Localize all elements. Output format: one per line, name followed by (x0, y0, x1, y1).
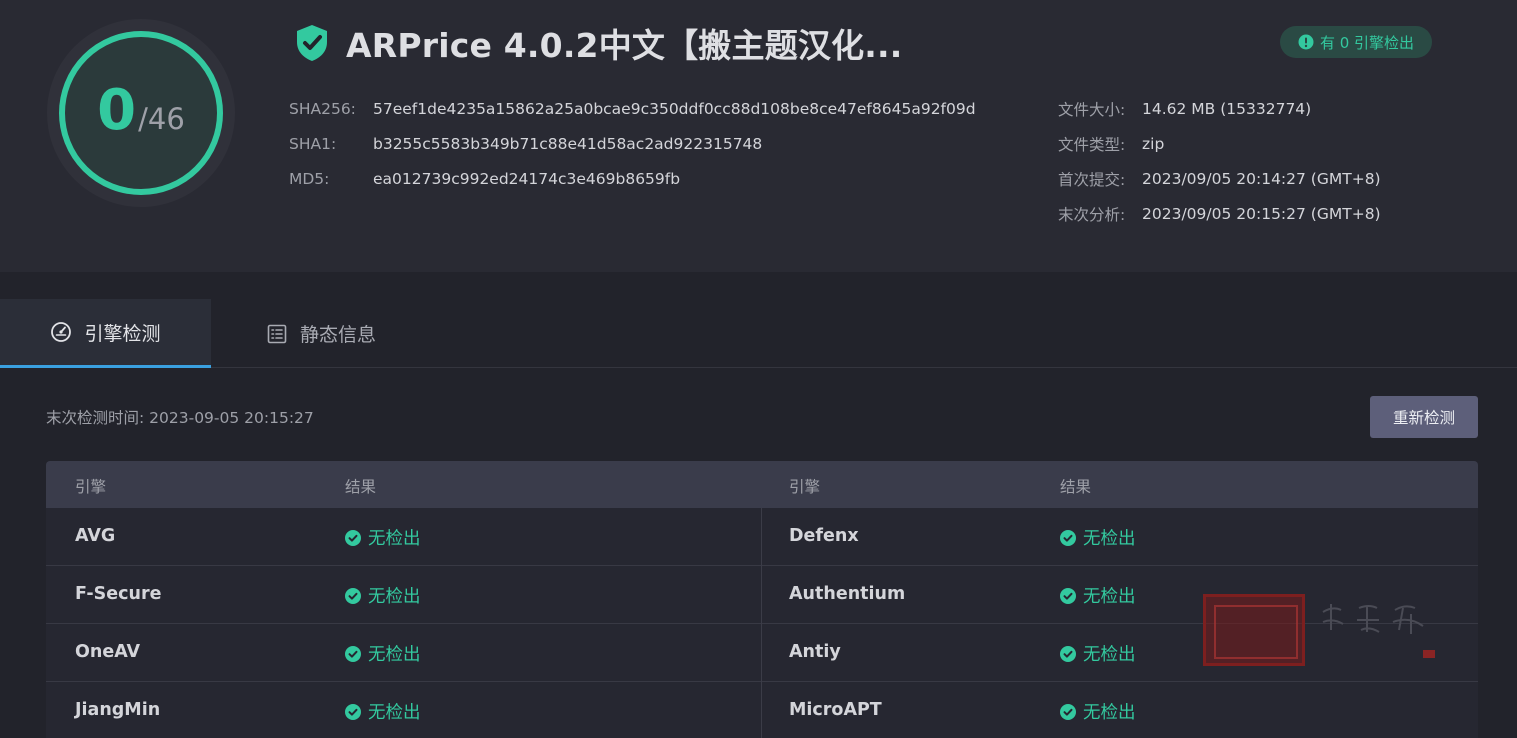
file-info-list: 文件大小: 14.62 MB (15332774) 文件类型: zip 首次提交… (1058, 91, 1381, 231)
speedometer-icon (50, 321, 72, 343)
hash-value[interactable]: b3255c5583b349b71c88e41d58ac2ad922315748 (373, 135, 762, 153)
engine-total: /46 (138, 102, 185, 136)
check-circle-icon (345, 529, 361, 546)
hash-value[interactable]: ea012739c992ed24174c3e469b8659fb (373, 170, 680, 188)
table-row: AVG 无检出 Defenx 无检出 (46, 508, 1478, 566)
first-submit-row: 首次提交: 2023/09/05 20:14:27 (GMT+8) (1058, 161, 1381, 196)
result-cell: 无检出 (345, 699, 421, 724)
result-label: 无检出 (1083, 587, 1136, 607)
result-cell: 无检出 (345, 583, 421, 608)
result-label: 无检出 (368, 703, 421, 723)
result-cell: 无检出 (1060, 525, 1136, 550)
tab-label: 静态信息 (300, 324, 377, 346)
check-circle-icon (1060, 587, 1076, 604)
alert-circle-icon (1298, 34, 1314, 50)
watermark-dot (1423, 650, 1435, 658)
engine-name: Defenx (789, 526, 859, 546)
watermark-stamp (1203, 594, 1305, 666)
info-label: 文件类型: (1058, 135, 1126, 154)
watermark-calligraphy (1322, 604, 1424, 634)
engine-name: MicroAPT (789, 700, 882, 720)
last-scan-time: 末次检测时间: 2023-09-05 20:15:27 (46, 409, 314, 427)
engine-name: JiangMin (75, 700, 161, 720)
column-divider (761, 624, 762, 682)
check-circle-icon (345, 645, 361, 662)
engine-name: AVG (75, 526, 116, 546)
tab-static-info[interactable]: 静态信息 (266, 299, 376, 368)
hash-row-sha1: SHA1: b3255c5583b349b71c88e41d58ac2ad922… (289, 126, 976, 161)
detection-gauge: 0 /46 (47, 19, 235, 207)
result-label: 无检出 (1083, 703, 1136, 723)
result-label: 无检出 (368, 529, 421, 549)
result-cell: 无检出 (1060, 641, 1136, 666)
tab-engine-detection[interactable]: 引擎检测 (0, 299, 211, 368)
check-circle-icon (1060, 703, 1076, 720)
info-label: 文件大小: (1058, 100, 1126, 119)
info-value: 14.62 MB (15332774) (1142, 99, 1312, 118)
info-value: 2023/09/05 20:14:27 (GMT+8) (1142, 169, 1381, 188)
check-circle-icon (345, 703, 361, 720)
engine-name: Authentium (789, 584, 906, 604)
hash-row-md5: MD5: ea012739c992ed24174c3e469b8659fb (289, 161, 976, 196)
info-value: zip (1142, 134, 1165, 153)
hash-list: SHA256: 57eef1de4235a15862a25a0bcae9c350… (289, 91, 976, 196)
column-divider (761, 682, 762, 738)
column-header-engine: 引擎 (75, 478, 107, 496)
file-type-row: 文件类型: zip (1058, 126, 1381, 161)
detection-status-label: 有 0 引擎检出 (1319, 33, 1415, 52)
info-label: 首次提交: (1058, 170, 1126, 189)
tab-label: 引擎检测 (84, 322, 161, 345)
table-header: 引擎 结果 引擎 结果 (46, 461, 1478, 508)
document-list-icon (266, 323, 288, 345)
check-circle-icon (1060, 645, 1076, 662)
result-cell: 无检出 (345, 641, 421, 666)
result-label: 无检出 (1083, 645, 1136, 665)
info-label: 末次分析: (1058, 205, 1126, 224)
result-cell: 无检出 (345, 525, 421, 550)
site-watermark-logo (1203, 594, 1443, 666)
column-header-result: 结果 (1060, 478, 1092, 496)
hash-label: SHA256: (289, 99, 356, 118)
result-label: 无检出 (368, 645, 421, 665)
column-divider (761, 508, 762, 566)
hash-row-sha256: SHA256: 57eef1de4235a15862a25a0bcae9c350… (289, 91, 976, 126)
engine-name: F-Secure (75, 584, 162, 604)
report-tabs: 引擎检测 静态信息 (0, 299, 1517, 368)
check-circle-icon (345, 587, 361, 604)
rescan-button[interactable]: 重新检测 (1370, 396, 1478, 438)
engine-name: Antiy (789, 642, 841, 662)
last-analysis-row: 末次分析: 2023/09/05 20:15:27 (GMT+8) (1058, 196, 1381, 231)
file-summary-header: 0 /46 ARPrice 4.0.2中文【搬主题汉化... 有 0 引擎检出 … (0, 0, 1517, 272)
engine-name: OneAV (75, 642, 141, 662)
info-value: 2023/09/05 20:15:27 (GMT+8) (1142, 204, 1381, 223)
column-header-result: 结果 (345, 478, 377, 496)
detection-status-badge: 有 0 引擎检出 (1280, 26, 1432, 58)
file-title: ARPrice 4.0.2中文【搬主题汉化... (346, 26, 903, 65)
column-divider (761, 566, 762, 624)
hash-label: MD5: (289, 169, 330, 188)
detection-ring: 0 /46 (59, 31, 223, 195)
result-cell: 无检出 (1060, 699, 1136, 724)
table-row: JiangMin 无检出 MicroAPT 无检出 (46, 682, 1478, 738)
detection-count: 0 (97, 78, 137, 143)
result-label: 无检出 (368, 587, 421, 607)
column-header-engine: 引擎 (789, 478, 821, 496)
check-circle-icon (1060, 529, 1076, 546)
hash-label: SHA1: (289, 134, 337, 153)
file-size-row: 文件大小: 14.62 MB (15332774) (1058, 91, 1381, 126)
hash-value[interactable]: 57eef1de4235a15862a25a0bcae9c350ddf0cc88… (373, 100, 976, 118)
result-cell: 无检出 (1060, 583, 1136, 608)
file-title-row: ARPrice 4.0.2中文【搬主题汉化... (294, 22, 903, 65)
result-label: 无检出 (1083, 529, 1136, 549)
shield-check-icon (294, 23, 330, 63)
